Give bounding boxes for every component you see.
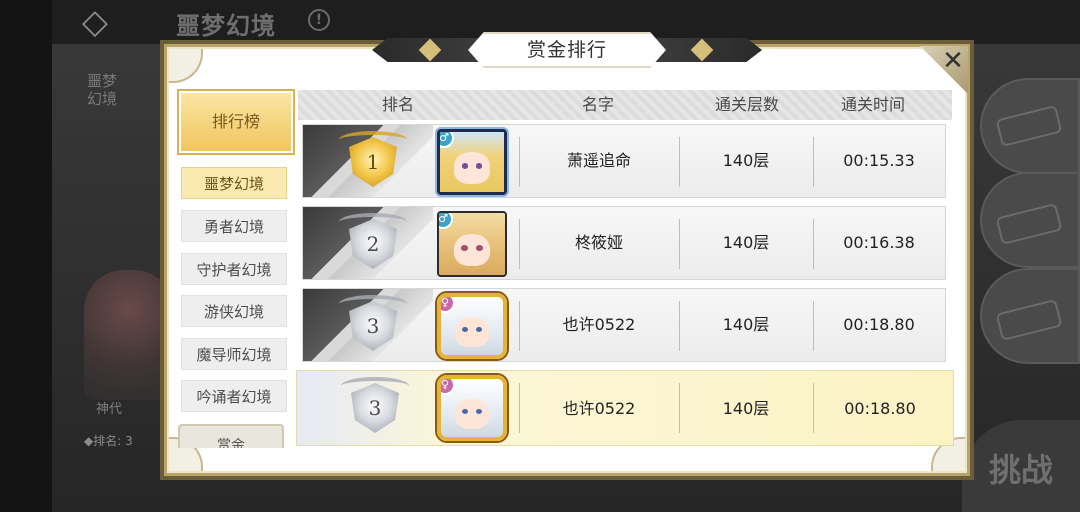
player-avatar[interactable]: ♀ xyxy=(437,293,507,359)
table-row[interactable]: 2 ♂ 柊筱娅 140层 00:16.38 xyxy=(302,206,946,280)
bounty-tab[interactable]: 赏金 xyxy=(178,424,284,448)
leaderboard-tab[interactable]: 排行榜 xyxy=(177,89,295,155)
rank-number: 3 xyxy=(368,396,382,420)
clear-time: 00:15.33 xyxy=(843,151,915,170)
player-avatar[interactable]: ♂ xyxy=(437,211,507,277)
clear-time: 00:16.38 xyxy=(843,233,915,252)
bg-character-label: 神代 xyxy=(96,402,123,417)
clear-time: 00:18.80 xyxy=(843,315,915,334)
rank-number: 2 xyxy=(366,232,380,256)
avatar-eye xyxy=(461,163,469,169)
bg-side-tab[interactable]: 噩梦 幻境 xyxy=(78,72,126,128)
avatar-face xyxy=(454,152,490,184)
avatar-face xyxy=(454,316,490,347)
diamond-logo-icon: ◇ xyxy=(81,2,109,42)
player-name: 也许0522 xyxy=(562,315,636,334)
bg-character-figure xyxy=(84,270,174,400)
bg-rank-label: ◆排名: 3 xyxy=(84,434,133,448)
avatar-eye xyxy=(461,245,469,251)
bg-left-strip xyxy=(0,0,52,512)
nav-item-hero[interactable]: 勇者幻境 xyxy=(181,210,287,242)
nav-item-ranger[interactable]: 游侠幻境 xyxy=(181,295,287,327)
player-name: 萧遥追命 xyxy=(566,151,631,170)
nav-item-chanter[interactable]: 吟诵者幻境 xyxy=(181,380,287,412)
player-avatar[interactable]: ♂ xyxy=(437,129,507,195)
clear-time: 00:18.80 xyxy=(844,399,916,418)
nav-item-guardian[interactable]: 守护者幻境 xyxy=(181,253,287,285)
floor-count: 140层 xyxy=(722,233,770,252)
avatar-face xyxy=(454,398,490,429)
header-time: 通关时间 xyxy=(840,95,905,114)
nav-item-mage[interactable]: 魔导师幻境 xyxy=(181,338,287,370)
bg-page-title: 噩梦幻境 xyxy=(176,11,276,40)
info-icon[interactable]: ! xyxy=(308,9,330,31)
floor-count: 140层 xyxy=(722,151,770,170)
rank-number: 3 xyxy=(366,314,380,338)
header-rank: 排名 xyxy=(381,95,414,114)
nav-item-nightmare[interactable]: 噩梦幻境 xyxy=(181,167,287,199)
modal-title: 赏金排行 xyxy=(526,39,607,61)
close-icon[interactable]: ✕ xyxy=(940,48,966,74)
player-name: 柊筱娅 xyxy=(574,233,623,252)
floor-count: 140层 xyxy=(722,315,770,334)
header-floor: 通关层数 xyxy=(714,95,779,114)
rank-number: 1 xyxy=(366,150,380,174)
avatar-face xyxy=(453,234,491,267)
header-name: 名字 xyxy=(581,95,614,114)
floor-count: 140层 xyxy=(722,399,770,418)
table-row[interactable]: 1 ♂ 萧遥追命 140层 00:15.33 xyxy=(302,124,946,198)
avatar-eye xyxy=(475,163,483,169)
player-name: 也许0522 xyxy=(562,399,636,418)
table-row[interactable]: 3 ♀ 也许0522 140层 00:18.80 xyxy=(302,288,946,362)
avatar-eye xyxy=(475,245,483,251)
corner-ornament xyxy=(169,49,203,83)
player-avatar[interactable]: ♀ xyxy=(437,375,507,441)
title-banner: 赏金排行 xyxy=(372,32,762,68)
my-rank-row[interactable]: 3 ♀ 也许0522 140层 00:18.80 xyxy=(296,370,954,446)
table-header: 排名 名字 通关层数 通关时间 xyxy=(298,90,952,120)
